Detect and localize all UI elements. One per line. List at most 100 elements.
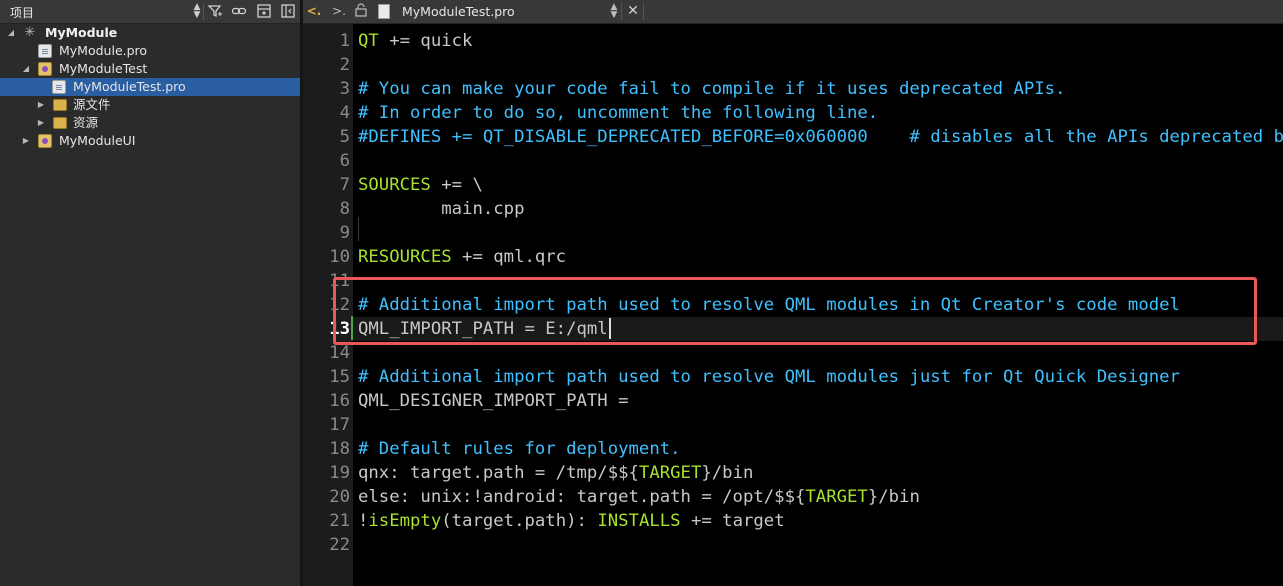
pro-file-icon	[38, 44, 52, 58]
comment-token: # Default rules for deployment.	[358, 439, 681, 459]
project-icon	[38, 62, 52, 76]
text-token: += target	[680, 511, 785, 531]
toolbar-separator	[643, 3, 644, 20]
comment-token: # Additional import path used to resolve…	[358, 367, 1180, 387]
document-icon	[378, 4, 390, 19]
code-editor[interactable]: 1 2 3 4 5 6 7 8 9 10 11 12 13 14 15 16 17 18 19 20 21 22 QT +…	[303, 24, 1283, 586]
comment-token: # In order to do so, uncomment the follo…	[358, 103, 879, 123]
tree-item-mymodule[interactable]: ◢ ✳ MyModule	[0, 24, 300, 42]
project-tree: ◢ ✳ MyModule MyModule.pro ◢ MyModuleTest…	[0, 24, 300, 150]
tree-item-mymoduletest[interactable]: ◢ MyModuleTest	[0, 60, 300, 78]
tree-item-label: MyModuleTest	[59, 61, 148, 76]
toolbar-separator	[621, 3, 622, 20]
line-number: 10	[329, 247, 350, 267]
text-token: !	[358, 511, 369, 531]
keyword-token: INSTALLS	[597, 511, 681, 531]
line-number: 13	[329, 319, 350, 339]
line-number: 5	[339, 127, 350, 147]
tree-item-source-files[interactable]: ▶ 源文件	[0, 96, 300, 114]
code-line[interactable]: #DEFINES += QT_DISABLE_DEPRECATED_BEFORE…	[358, 125, 1283, 149]
close-split-icon[interactable]	[280, 3, 296, 19]
tree-item-label: 资源	[73, 115, 99, 130]
comment-token: #DEFINES += QT_DISABLE_DEPRECATED_BEFORE…	[358, 127, 1283, 147]
tree-item-label: 源文件	[73, 97, 111, 112]
code-area[interactable]: QT += quick # You can make your code fail…	[353, 24, 1283, 586]
code-line[interactable]: SOURCES += \	[358, 173, 483, 197]
comment-token: # You can make your code fail to compile…	[358, 79, 1066, 99]
keyword-token: TARGET	[805, 487, 868, 507]
line-number: 11	[329, 271, 350, 291]
keyword-token: isEmpty	[368, 511, 442, 531]
resource-folder-icon	[53, 117, 67, 129]
text-token: main.cpp	[358, 199, 525, 219]
code-line[interactable]: main.cpp	[358, 197, 524, 221]
line-number: 1	[339, 31, 350, 51]
line-number: 7	[339, 175, 350, 195]
close-document-button[interactable]: ✕	[625, 3, 641, 19]
source-folder-icon	[53, 99, 67, 111]
toolbar-separator	[203, 3, 204, 20]
updown-arrows-icon[interactable]: ▲ ▼	[606, 3, 622, 20]
spinner-icon: ✳	[24, 25, 36, 40]
code-line[interactable]: # You can make your code fail to compile…	[358, 77, 1066, 101]
text-token: QML_IMPORT_PATH = E:/qml	[358, 319, 608, 339]
chevron-right-icon[interactable]: ▶	[36, 114, 46, 132]
line-number: 8	[339, 199, 350, 219]
filter-icon[interactable]	[207, 3, 223, 19]
tree-item-label: MyModule	[45, 25, 118, 40]
line-number: 15	[329, 367, 350, 387]
forward-button[interactable]: >.	[331, 3, 347, 19]
tree-item-label: MyModuleTest.pro	[73, 79, 186, 94]
line-number: 3	[339, 79, 350, 99]
document-selector[interactable]: MyModuleTest.pro	[402, 4, 515, 19]
editor-toolbar: <. >. MyModuleTest.pro ▲ ▼ ✕	[303, 0, 1283, 24]
line-number: 18	[329, 439, 350, 459]
chevron-right-icon[interactable]: ▶	[21, 132, 31, 150]
code-line[interactable]: RESOURCES += qml.qrc	[358, 245, 566, 269]
comment-token: # Additional import path used to resolve…	[358, 295, 1180, 315]
text-token: (target.path):	[441, 511, 598, 531]
code-line[interactable]: else: unix:!android: target.path = /opt/…	[358, 485, 920, 509]
keyword-token: RESOURCES	[358, 247, 452, 267]
code-line[interactable]: # Default rules for deployment.	[358, 437, 681, 461]
tree-item-label: MyModule.pro	[59, 43, 148, 58]
project-view-selector[interactable]: 项目	[10, 4, 34, 21]
tree-item-label: MyModuleUI	[59, 133, 136, 148]
lock-icon[interactable]	[353, 3, 369, 19]
text-token: }/bin	[701, 463, 754, 483]
chevron-down-icon[interactable]: ◢	[6, 24, 16, 42]
code-line[interactable]: QML_DESIGNER_IMPORT_PATH =	[358, 389, 629, 413]
line-number: 4	[339, 103, 350, 123]
chevron-right-icon[interactable]: ▶	[36, 96, 46, 114]
line-number: 22	[329, 535, 350, 555]
keyword-token: SOURCES	[358, 175, 431, 195]
split-icon[interactable]	[256, 3, 272, 19]
back-button[interactable]: <.	[306, 3, 322, 19]
project-icon	[38, 134, 52, 148]
line-number: 12	[329, 295, 350, 315]
tree-item-mymodule-pro[interactable]: MyModule.pro	[0, 42, 300, 60]
link-icon[interactable]	[231, 3, 247, 19]
code-line[interactable]: # Additional import path used to resolve…	[358, 293, 1180, 317]
code-line[interactable]: qnx: target.path = /tmp/$${TARGET}/bin	[358, 461, 753, 485]
chevron-down-icon[interactable]: ◢	[21, 60, 31, 78]
text-token: += quick	[378, 31, 473, 51]
line-number: 14	[329, 343, 350, 363]
code-line[interactable]: QML_IMPORT_PATH = E:/qml	[358, 317, 608, 341]
line-number: 20	[329, 487, 350, 507]
text-token: }/bin	[867, 487, 920, 507]
keyword-token: TARGET	[638, 463, 702, 483]
tree-item-mymoduletest-pro[interactable]: MyModuleTest.pro	[0, 78, 300, 96]
text-token: += \	[430, 175, 483, 195]
tree-item-mymoduleui[interactable]: ▶ MyModuleUI	[0, 132, 300, 150]
code-line[interactable]: !isEmpty(target.path): INSTALLS += targe…	[358, 509, 785, 533]
code-line[interactable]: # Additional import path used to resolve…	[358, 365, 1180, 389]
line-number: 6	[339, 151, 350, 171]
tree-item-resources[interactable]: ▶ 资源	[0, 114, 300, 132]
text-cursor	[608, 318, 611, 339]
text-token: QML_DESIGNER_IMPORT_PATH =	[358, 391, 629, 411]
code-line[interactable]: QT += quick	[358, 29, 472, 53]
text-token: qnx: target.path = /tmp/$${	[358, 463, 639, 483]
line-number: 9	[339, 223, 350, 243]
code-line[interactable]: # In order to do so, uncomment the follo…	[358, 101, 878, 125]
